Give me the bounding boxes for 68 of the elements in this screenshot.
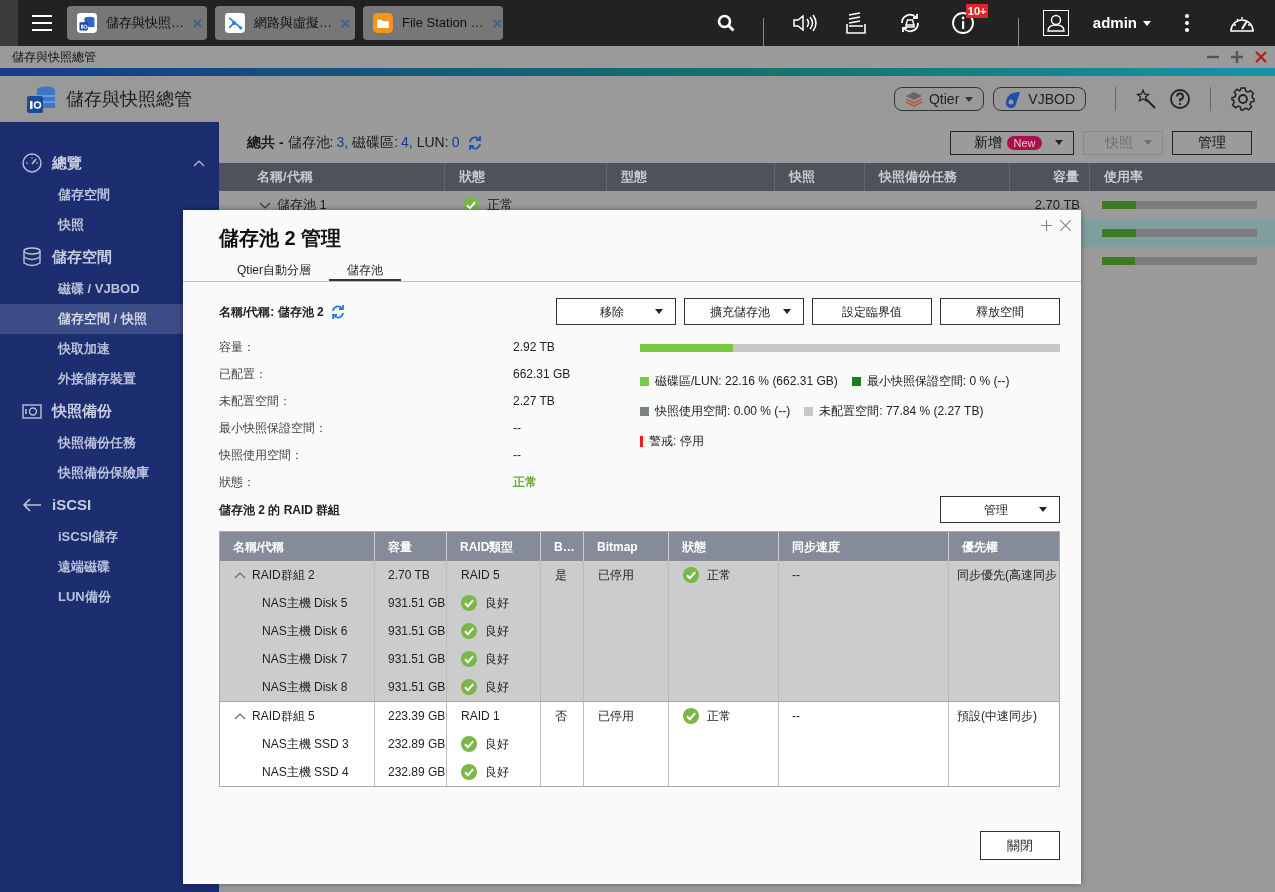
table-cell-text: 良好 [485,651,509,668]
table-cell-text: 良好 [485,679,509,696]
field-label: 容量： [219,338,256,356]
table-cell-text: RAID群組 5 [252,708,315,725]
app-title: 儲存與快照總管 [66,87,192,111]
table-cell-text: 良好 [485,595,509,612]
table-cell-text: NAS主機 Disk 8 [262,679,348,696]
table-cell-text: 正常 [707,708,731,725]
count-value: 4, [401,133,413,152]
table-cell-text: 931.51 GB [388,679,446,696]
table-cell-text: NAS主機 Disk 5 [262,595,348,612]
section-title: 儲存池 2 的 RAID 群組 [219,501,341,519]
table-cell-text: 良好 [485,736,509,753]
field-value: -- [513,419,521,437]
table-cell-text: 儲存池 1 [277,196,327,215]
field-label: 最小快照保證空間： [219,419,328,437]
table-cell-text: 良好 [485,764,509,781]
table-cell-text: 已停用 [598,708,634,725]
table-cell-text: 232.89 GB [388,736,446,753]
count-label: 儲存池: [287,133,334,152]
field-value: 662.31 GB [513,365,571,383]
table-cell-text: 232.89 GB [388,764,446,781]
table-cell-text: 同步優先(高速同步 [957,567,1057,584]
table-cell-text: 223.39 GB [388,708,446,725]
field-label: 已配置： [219,365,268,383]
field-value: 正常 [513,473,537,491]
table-cell-text: 931.51 GB [388,623,446,640]
window-title: 儲存與快照總管 [12,49,96,66]
table-cell-text: 預設(中速同步) [957,708,1037,725]
table-cell-text: RAID 1 [461,708,500,725]
table-cell-text: -- [792,567,800,584]
count-label: LUN: [416,133,449,152]
field-label: 狀態： [219,473,256,491]
count-value: 0 [451,133,460,152]
legend-label: 磁碟區/LUN: 22.16 % (662.31 GB) [655,373,838,390]
table-cell-text: 良好 [485,623,509,640]
table-cell-text: 931.51 GB [388,651,446,668]
table-cell-text: 否 [555,708,567,725]
table-cell-text: RAID 5 [461,567,500,584]
field-value: 2.92 TB [513,338,555,356]
table-cell-text: NAS主機 SSD 4 [262,764,349,781]
legend-label: 未配置空間: 77.84 % (2.27 TB) [819,403,984,420]
table-cell-text: 931.51 GB [388,595,446,612]
dialog-title: 儲存池 2 管理 [219,227,342,249]
count-value: 3, [336,133,349,152]
field-value: 2.27 TB [513,392,555,410]
legend-label: 快照使用空間: 0.00 % (--) [655,403,791,420]
table-cell-text: RAID群組 2 [252,567,315,584]
table-cell-text: 正常 [487,196,513,215]
table-cell-text: 2.70 TB [388,567,430,584]
table-cell-text: NAS主機 Disk 7 [262,651,348,668]
table-cell-text: 是 [555,567,567,584]
table-cell-text: -- [792,708,800,725]
pool-name: 名稱/代稱: 儲存池 2 [219,303,324,321]
table-cell-text: 2.70 TB [1034,196,1080,215]
legend-label: 警戒: 停用 [649,433,704,450]
field-value: -- [513,446,521,464]
field-label: 未配置空間： [219,392,292,410]
table-cell-text: NAS主機 Disk 6 [262,623,348,640]
notification-badge: 10+ [965,4,989,18]
new-badge: New [1007,135,1042,150]
summary-label: 總共 - [247,133,284,152]
table-cell-text: 已停用 [598,567,634,584]
table-cell-text: NAS主機 SSD 3 [262,736,349,753]
legend-label: 最小快照保證空間: 0 % (--) [866,373,1010,390]
count-label: 磁碟區: [352,133,399,152]
table-cell-text: 正常 [707,567,731,584]
field-label: 快照使用空間： [219,446,304,464]
